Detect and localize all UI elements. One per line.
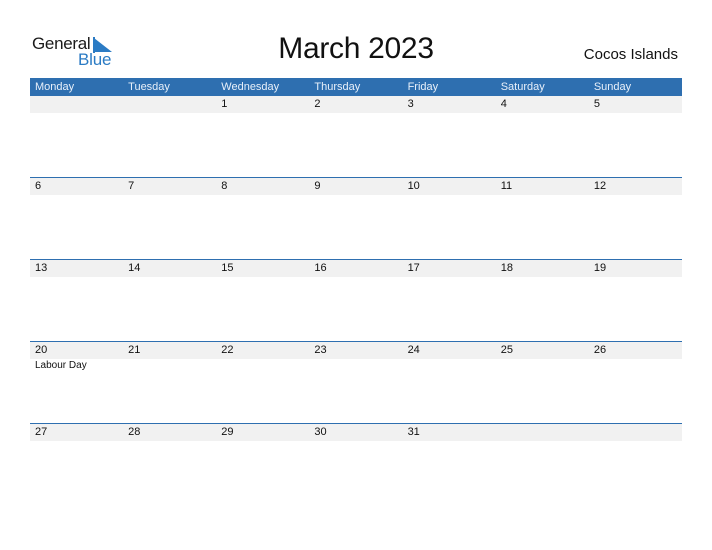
- day-number: 5: [593, 98, 600, 110]
- region-label: Cocos Islands: [583, 46, 678, 63]
- week-row: 6 7 8 9 10 11 12: [30, 177, 682, 259]
- holiday-label: [496, 195, 589, 196]
- events-row: [30, 441, 682, 442]
- day-number: 21: [128, 344, 141, 356]
- date-strip: 20 21 22 23 24 25 26: [30, 342, 682, 359]
- day-number: 2: [314, 98, 321, 110]
- day-number: 7: [128, 180, 135, 192]
- week-row: 20 21 22 23 24 25 26 Labour Day: [30, 341, 682, 423]
- holiday-label: [589, 359, 682, 371]
- day-number: 24: [407, 344, 420, 356]
- holiday-label: [123, 113, 216, 114]
- holiday-label: [30, 113, 123, 114]
- holiday-label: [309, 359, 402, 371]
- day-number: 16: [314, 262, 327, 274]
- holiday-label: [30, 277, 123, 278]
- holiday-label: [589, 441, 682, 442]
- week-row: 1 2 3 4 5: [30, 96, 682, 177]
- weeks-container: 1 2 3 4 5 6 7 8 9 10 11 12 13 14 15 16 17 18 19 20 21 22 23 24 2…: [30, 96, 682, 505]
- day-number: 27: [35, 426, 48, 438]
- holiday-label: [309, 113, 402, 114]
- day-number: 31: [407, 426, 420, 438]
- holiday-label: [496, 277, 589, 278]
- day-number: 26: [593, 344, 607, 356]
- day-number: [589, 424, 682, 441]
- holiday-label: [30, 195, 123, 196]
- holiday-label: [496, 359, 589, 371]
- holiday-label: [403, 113, 496, 114]
- holiday-label: [216, 277, 309, 278]
- weekday-saturday: Saturday: [500, 81, 545, 93]
- day-number: 20: [35, 344, 48, 356]
- weekday-monday: Monday: [35, 81, 75, 93]
- calendar-grid: Monday Tuesday Wednesday Thursday Friday…: [30, 78, 682, 505]
- holiday-label: [216, 113, 309, 114]
- date-strip: 13 14 15 16 17 18 19: [30, 260, 682, 277]
- holiday-label: [589, 113, 682, 114]
- holiday-label: [123, 195, 216, 196]
- day-number: 30: [314, 426, 327, 438]
- day-number: [30, 96, 123, 113]
- day-number: 19: [593, 262, 607, 274]
- weekday-sunday: Sunday: [593, 81, 632, 93]
- holiday-label: [309, 441, 402, 442]
- day-number: 29: [221, 426, 234, 438]
- weekday-wednesday: Wednesday: [221, 81, 280, 93]
- holiday-label: [216, 359, 309, 371]
- day-number: 28: [128, 426, 141, 438]
- day-number: [123, 96, 216, 113]
- holiday-label: [309, 277, 402, 278]
- date-strip: 27 28 29 30 31: [30, 424, 682, 441]
- day-number: 13: [35, 262, 48, 274]
- day-number: 17: [407, 262, 420, 274]
- holiday-label: [123, 441, 216, 442]
- holiday-label: [589, 195, 682, 196]
- holiday-label: [123, 277, 216, 278]
- holiday-label: [216, 195, 309, 196]
- holiday-label: [403, 277, 496, 278]
- day-number: 4: [500, 98, 507, 110]
- holiday-label: [403, 195, 496, 196]
- holiday-label: [496, 441, 589, 442]
- day-number: 25: [500, 344, 513, 356]
- day-number: 3: [407, 98, 414, 110]
- day-number: 10: [407, 180, 420, 192]
- day-number: 23: [314, 344, 327, 356]
- holiday-label: [216, 441, 309, 442]
- holiday-label: [309, 195, 402, 196]
- date-strip: 1 2 3 4 5: [30, 96, 682, 113]
- holiday-label: [496, 113, 589, 114]
- holiday-label: [589, 277, 682, 278]
- day-number: 6: [35, 180, 42, 192]
- holiday-label: [403, 441, 496, 442]
- day-number: 9: [314, 180, 321, 192]
- events-row: Labour Day: [30, 359, 682, 371]
- week-row: 13 14 15 16 17 18 19: [30, 259, 682, 341]
- holiday-label: [30, 441, 123, 442]
- weekday-header: Monday Tuesday Wednesday Thursday Friday…: [30, 78, 682, 96]
- day-number: 22: [221, 344, 234, 356]
- day-number: 8: [221, 180, 228, 192]
- day-number: 12: [593, 180, 607, 192]
- day-number: 14: [128, 262, 141, 274]
- day-number: 1: [221, 98, 228, 110]
- events-row: [30, 277, 682, 278]
- weekday-thursday: Thursday: [314, 81, 361, 93]
- holiday-label: [123, 359, 216, 371]
- date-strip: 6 7 8 9 10 11 12: [30, 178, 682, 195]
- week-row: 27 28 29 30 31: [30, 423, 682, 505]
- holiday-label: Labour Day: [35, 360, 87, 371]
- weekday-friday: Friday: [407, 81, 439, 93]
- day-number: [496, 424, 589, 441]
- day-number: 15: [221, 262, 234, 274]
- events-row: [30, 113, 682, 114]
- day-number: 11: [500, 180, 513, 192]
- holiday-label: [403, 359, 496, 371]
- weekday-tuesday: Tuesday: [128, 81, 170, 93]
- day-number: 18: [500, 262, 513, 274]
- events-row: [30, 195, 682, 196]
